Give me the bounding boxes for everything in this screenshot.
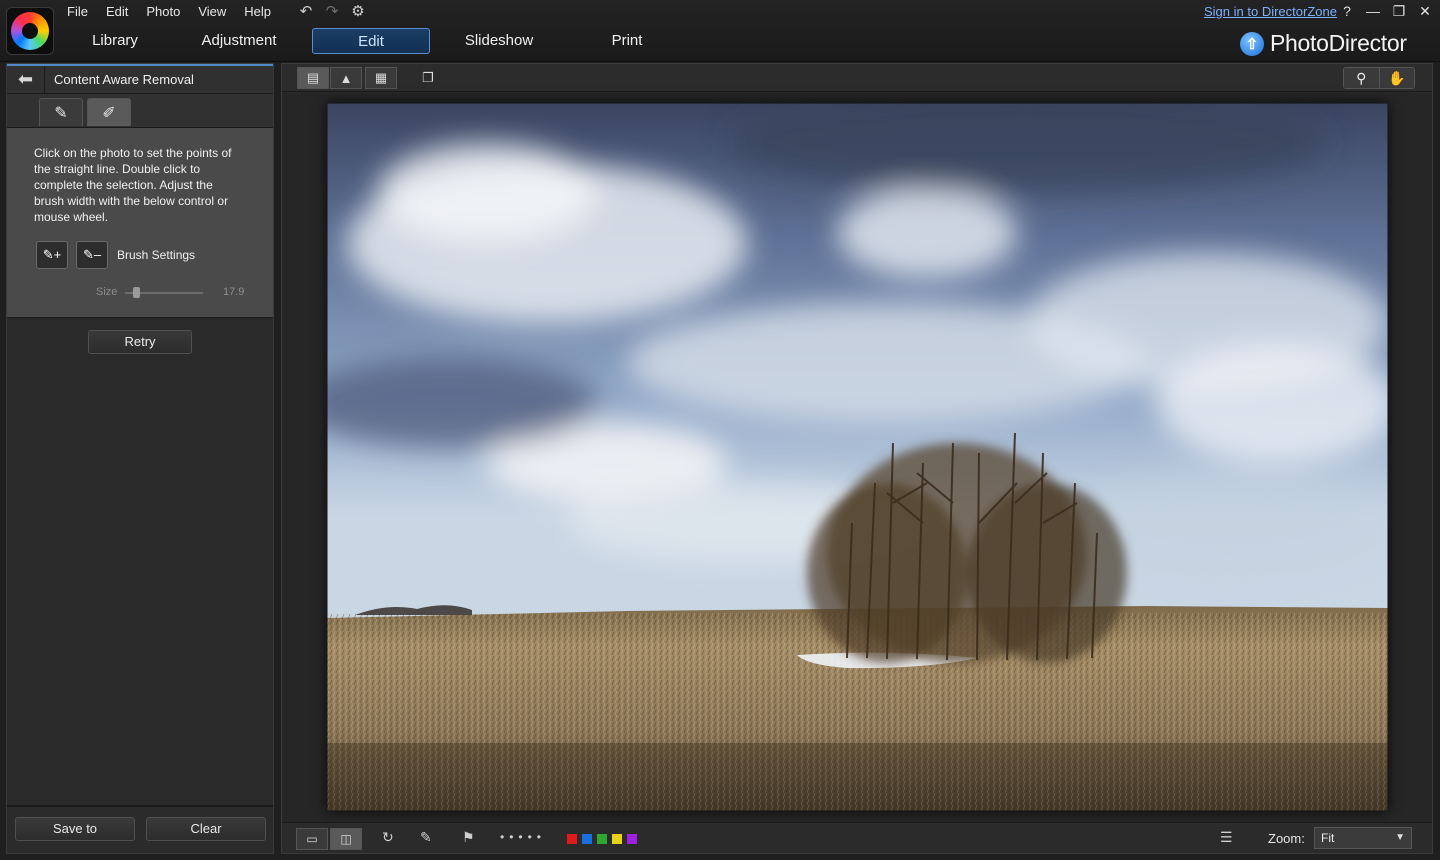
panel-title: Content Aware Removal [54,72,194,87]
panel-footer: Save to Clear [7,805,273,853]
hand-pan-icon[interactable]: ✋ [1379,68,1414,88]
zoom-label: Zoom: [1268,831,1305,846]
brush-subtract-icon[interactable]: ✎– [76,241,108,269]
brush-mode-tabs: ✎ ✐ [7,94,273,128]
help-button[interactable]: ? [1338,3,1356,19]
brush-settings-label: Brush Settings [117,248,196,262]
color-label-green[interactable] [597,834,607,844]
bottom-toolbar: ▭ ◫ ↻ ✎ ⚑ ••••• ☰ Zoom: Fit ▼ [282,822,1432,853]
restore-icon[interactable]: ❐ [1390,3,1408,20]
compare-display-icon[interactable]: ◫ [330,828,362,850]
minimize-icon[interactable]: — [1364,3,1382,19]
content-aware-panel: ⬅ Content Aware Removal ✎ ✐ Click on the… [6,63,274,854]
module-tabs: Library Adjustment Edit Slideshow Print [60,28,686,56]
view-toolbar: ▤ ▲ ▦ ❐ ⚲ ✋ [282,64,1432,92]
size-slider-thumb[interactable] [133,287,140,298]
menu-view[interactable]: View [189,2,235,21]
menu-help[interactable]: Help [235,2,280,21]
redo-icon[interactable]: ↷ [322,2,342,20]
menu-photo[interactable]: Photo [137,2,189,21]
rotate-icon[interactable]: ↻ [382,829,394,846]
color-label-blue[interactable] [582,834,592,844]
line-brush-icon[interactable]: ✐ [87,98,131,126]
menu-bar: File Edit Photo View Help [58,2,280,21]
zoom-dropdown[interactable]: Fit ▼ [1314,827,1412,849]
flag-icon[interactable]: ⚑ [462,829,475,846]
panel-header: ⬅ Content Aware Removal [7,64,273,94]
menu-file[interactable]: File [58,2,97,21]
landscape-photo[interactable] [327,103,1388,811]
close-icon[interactable]: ✕ [1416,3,1434,20]
chevron-down-icon: ▼ [1395,832,1405,843]
clear-button[interactable]: Clear [146,817,266,841]
filmstrip-view-icon[interactable]: ▤ [297,67,329,89]
save-to-button[interactable]: Save to [15,817,135,841]
tab-library[interactable]: Library [60,28,170,54]
signin-directorzone-link[interactable]: Sign in to DirectorZone [1204,4,1337,19]
edit-pen-icon[interactable]: ✎ [420,829,432,846]
grid-view-icon[interactable]: ▦ [365,67,397,89]
single-display-icon[interactable]: ▭ [296,828,328,850]
brand-name: PhotoDirector [1270,30,1407,56]
tab-adjustment[interactable]: Adjustment [170,28,308,54]
star-rating[interactable]: ••••• [500,830,546,844]
brand-upload-icon: ⇧ [1240,31,1264,56]
magnifier-icon[interactable]: ⚲ [1344,68,1380,88]
tab-slideshow[interactable]: Slideshow [430,28,568,54]
color-label-yellow[interactable] [612,834,622,844]
retry-button[interactable]: Retry [88,330,192,354]
undo-icon[interactable]: ↶ [296,2,316,20]
tab-print[interactable]: Print [568,28,686,54]
single-view-icon[interactable]: ▲ [330,67,362,89]
instructions-text: Click on the photo to set the points of … [34,146,232,224]
settings-gear-icon[interactable]: ⚙ [348,2,368,20]
list-sort-icon[interactable]: ☰ [1220,829,1233,846]
color-label-group [567,834,637,844]
compare-view-icon[interactable]: ❐ [412,67,444,89]
top-bar: File Edit Photo View Help ↶ ↷ ⚙ Library … [0,0,1440,62]
zoom-value: Fit [1321,831,1335,845]
photo-canvas[interactable] [282,93,1432,822]
back-arrow-icon[interactable]: ⬅ [7,65,45,94]
photodirector-window: File Edit Photo View Help ↶ ↷ ⚙ Library … [0,0,1440,860]
menu-edit[interactable]: Edit [97,2,137,21]
photo-image [327,103,1388,811]
free-brush-icon[interactable]: ✎ [39,98,83,126]
size-label: Size [96,286,118,298]
brand-logo: ⇧ PhotoDirector [1240,30,1407,57]
view-tools-group: ⚲ ✋ [1343,67,1415,89]
brush-add-icon[interactable]: ✎+ [36,241,68,269]
main-view: ▤ ▲ ▦ ❐ ⚲ ✋ ▭ ◫ ↻ ✎ ⚑ ••••• ☰ Zoom: Fit … [281,63,1433,854]
app-logo-icon [11,12,49,50]
tab-edit[interactable]: Edit [312,28,430,54]
color-label-red[interactable] [567,834,577,844]
size-value: 17.9 [223,286,245,298]
color-label-purple[interactable] [627,834,637,844]
panel-settings: Click on the photo to set the points of … [7,128,273,318]
quick-tools: ↶ ↷ ⚙ [296,2,368,20]
app-logo[interactable] [6,7,54,55]
